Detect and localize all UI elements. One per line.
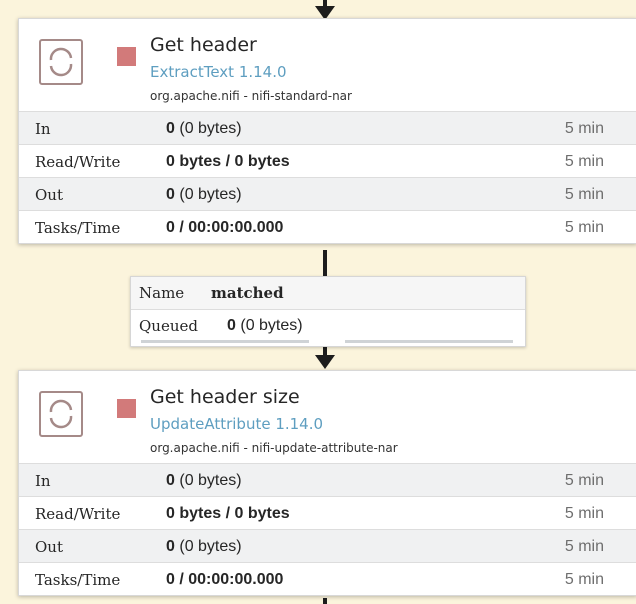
connection-label[interactable]: Name matched Queued 0 (0 bytes) [130,276,526,347]
stat-value: 0 bytes / 0 bytes [166,505,290,522]
stat-time: 5 min [564,186,604,203]
stat-time: 5 min [564,120,604,137]
stat-time: 5 min [564,571,604,588]
queue-progress-bar [345,340,513,343]
stat-row-in: In 0 (0 bytes) 5 min [19,463,636,496]
processor-name: Get header size [150,386,300,408]
processor-bundle: org.apache.nifi - nifi-standard-nar [150,89,352,103]
processor-name: Get header [150,34,257,56]
stat-label: Read/Write [35,153,121,171]
stat-time: 5 min [564,505,604,522]
connection-name-value: matched [211,284,284,302]
connection-queued-label: Queued [139,317,198,335]
stat-label: Tasks/Time [35,571,121,589]
stat-row-tasks-time: Tasks/Time 0 / 00:00:00.000 5 min [19,210,636,243]
processor-icon [39,39,83,85]
stat-row-in: In 0 (0 bytes) 5 min [19,111,636,144]
processor-icon [39,391,83,437]
processor-header: Get header size UpdateAttribute 1.14.0 o… [19,371,636,463]
processor-bundle: org.apache.nifi - nifi-update-attribute-… [150,441,398,455]
stat-row-out: Out 0 (0 bytes) 5 min [19,177,636,210]
stat-label: In [35,472,51,490]
connection-queued-value: 0 (0 bytes) [227,317,303,334]
stat-label: Out [35,186,63,204]
connection-name-row: Name matched [131,277,525,310]
connection-name-label: Name [139,284,185,302]
stat-row-tasks-time: Tasks/Time 0 / 00:00:00.000 5 min [19,562,636,595]
stat-value: 0 bytes / 0 bytes [166,153,290,170]
processor-get-header-size[interactable]: Get header size UpdateAttribute 1.14.0 o… [18,370,636,596]
connection-queued-row: Queued 0 (0 bytes) [131,310,525,342]
stopped-status-icon [117,47,136,66]
stat-time: 5 min [564,219,604,236]
stat-value: 0 / 00:00:00.000 [166,571,284,588]
connection-line[interactable] [323,250,327,276]
stat-label: Tasks/Time [35,219,121,237]
stat-row-out: Out 0 (0 bytes) 5 min [19,529,636,562]
stat-label: Out [35,538,63,556]
connection-line-bottom [323,598,327,604]
arrow-down-icon [315,355,335,369]
stopped-status-icon [117,399,136,418]
stat-time: 5 min [564,153,604,170]
stat-row-read-write: Read/Write 0 bytes / 0 bytes 5 min [19,144,636,177]
stat-value: 0 (0 bytes) [166,472,242,489]
stat-value: 0 (0 bytes) [166,120,242,137]
stat-value: 0 / 00:00:00.000 [166,219,284,236]
stat-row-read-write: Read/Write 0 bytes / 0 bytes 5 min [19,496,636,529]
stat-value: 0 (0 bytes) [166,186,242,203]
stat-value: 0 (0 bytes) [166,538,242,555]
stat-label: Read/Write [35,505,121,523]
queue-progress-bar [141,340,309,343]
processor-type: ExtractText 1.14.0 [150,63,287,81]
stat-label: In [35,120,51,138]
stat-time: 5 min [564,538,604,555]
processor-header: Get header ExtractText 1.14.0 org.apache… [19,19,636,111]
processor-type: UpdateAttribute 1.14.0 [150,415,324,433]
stat-time: 5 min [564,472,604,489]
processor-get-header[interactable]: Get header ExtractText 1.14.0 org.apache… [18,18,636,244]
